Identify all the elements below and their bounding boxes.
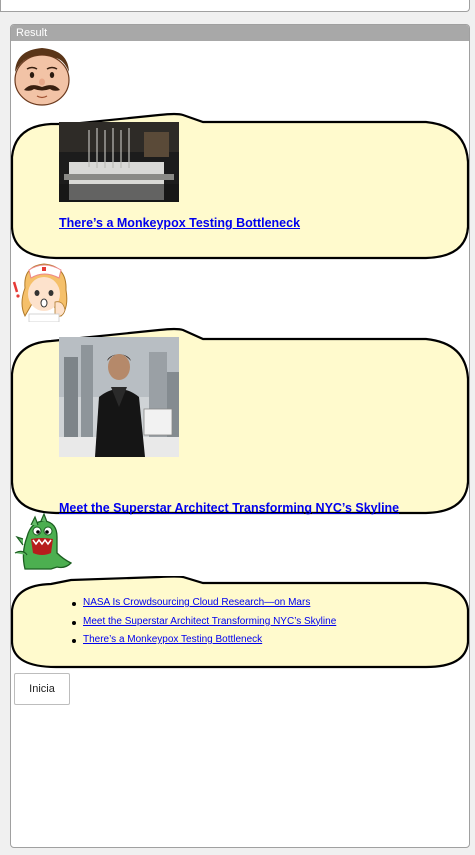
monkeypox-article-link[interactable]: There’s a Monkeypox Testing Bottleneck <box>59 216 300 230</box>
inicia-button[interactable]: Inicia <box>14 673 70 705</box>
result-panel: Result There’s a Monkeypox Testing Bottl… <box>10 24 470 848</box>
architect-article-link[interactable]: Meet the Superstar Architect Transformin… <box>59 501 399 515</box>
chat-bubble-1: There’s a Monkeypox Testing Bottleneck <box>11 112 469 260</box>
top-panel <box>0 0 470 12</box>
mustache-man-avatar <box>12 42 72 106</box>
monkeypox-list-link[interactable]: There’s a Monkeypox Testing Bottleneck <box>83 634 262 645</box>
article-link-list: NASA Is Crowdsourcing Cloud Research—on … <box>71 594 336 650</box>
nasa-article-link[interactable]: NASA Is Crowdsourcing Cloud Research—on … <box>83 597 310 608</box>
nurse-avatar <box>11 258 73 323</box>
chat-bubble-2: Meet the Superstar Architect Transformin… <box>11 327 469 515</box>
list-item: NASA Is Crowdsourcing Cloud Research—on … <box>71 594 336 613</box>
architect-article-thumbnail[interactable] <box>59 337 179 457</box>
architect-list-link[interactable]: Meet the Superstar Architect Transformin… <box>83 616 336 627</box>
green-dinosaur-avatar <box>11 512 73 573</box>
list-item: There’s a Monkeypox Testing Bottleneck <box>71 631 336 650</box>
list-item: Meet the Superstar Architect Transformin… <box>71 613 336 632</box>
chat-bubble-3: NASA Is Crowdsourcing Cloud Research—on … <box>11 576 469 669</box>
monkeypox-article-thumbnail[interactable] <box>59 122 179 202</box>
result-header: Result <box>11 25 469 41</box>
